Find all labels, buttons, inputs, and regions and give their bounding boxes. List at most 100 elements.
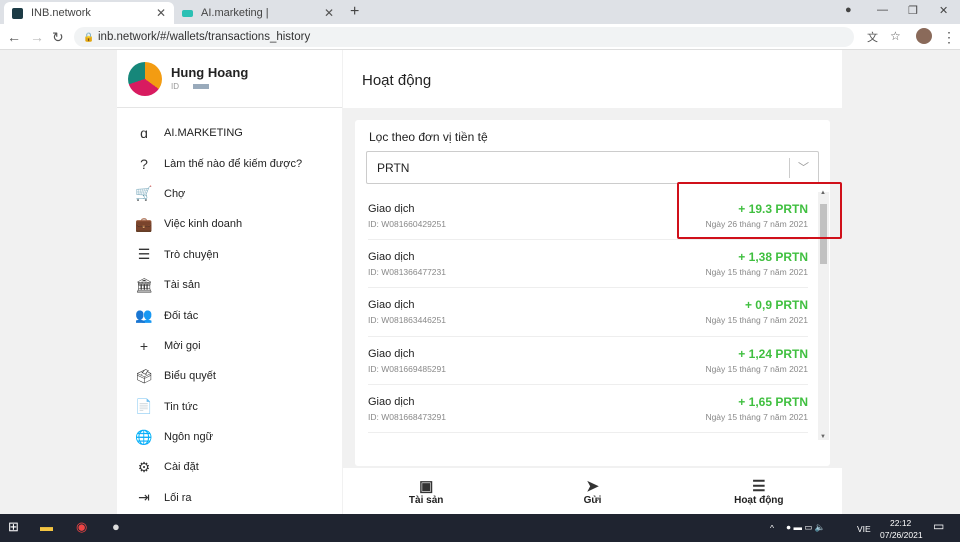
file-explorer-icon[interactable]: ▬ xyxy=(40,519,53,534)
sidebar-item-label: Mời gọi xyxy=(164,339,201,352)
transaction-date: Ngày 15 tháng 7 năm 2021 xyxy=(705,363,808,374)
minimize-button[interactable]: — xyxy=(877,4,888,16)
sidebar-item-8[interactable]: 🗳 Biểu quyết xyxy=(117,361,342,391)
sidebar-item-2[interactable]: 🛒 Chợ xyxy=(117,179,342,209)
bottom-nav: ▣ Tài sản ➤ Gửi ☰ Hoạt động xyxy=(343,468,842,514)
wallet-icon: ▣ xyxy=(419,478,434,495)
tab-ai-marketing[interactable]: AI.marketing | ✕ xyxy=(174,2,342,24)
bottom-nav-label: Tài sản xyxy=(408,495,444,506)
browser-tab-bar: INB.network ✕ AI.marketing | ✕ + ● — ❐ ✕ xyxy=(0,0,960,24)
sidebar-item-9[interactable]: 📄 Tin tức xyxy=(117,392,342,422)
bottom-nav-assets[interactable]: ▣ Tài sản xyxy=(343,468,509,514)
forward-icon[interactable]: → xyxy=(30,29,44,45)
sidebar: Hung Hoang ID ɑ AI.MARKETING? Làm thế nào … xyxy=(117,50,342,514)
transaction-row[interactable]: Giao dịch ID: W081366477231 + 1,38 PRTN Ngà… xyxy=(368,240,808,289)
transaction-id: ID: W081863446251 xyxy=(368,315,446,326)
sidebar-item-label: AI.MARKETING xyxy=(164,127,243,140)
bottom-nav-send[interactable]: ➤ Gửi xyxy=(509,468,675,514)
clock-date[interactable]: 07/26/2021 xyxy=(880,530,923,540)
more-menu-icon[interactable]: ⋮ xyxy=(942,29,956,46)
windows-start-icon[interactable]: ⊞ xyxy=(8,519,19,535)
partners-icon: 👥 xyxy=(135,307,153,324)
transaction-row[interactable]: Giao dịch ID: W081669485291 + 1,24 PRTN Ngà… xyxy=(368,337,808,385)
user-avatar[interactable] xyxy=(916,28,932,44)
close-window-button[interactable]: ✕ xyxy=(939,4,948,17)
sidebar-item-label: Việc kinh doanh xyxy=(164,218,243,231)
sidebar-item-0[interactable]: ɑ AI.MARKETING xyxy=(117,118,342,148)
sidebar-item-label: Đối tác xyxy=(164,309,199,322)
id-value-redacted xyxy=(193,84,209,89)
profile-id: ID xyxy=(171,82,209,91)
transaction-id: ID: W081668473291 xyxy=(368,411,446,422)
id-label: ID xyxy=(171,82,179,91)
scroll-down-icon[interactable]: ▼ xyxy=(820,434,826,440)
tray-icons[interactable]: ● ▬ ▭ 🔈 xyxy=(786,522,825,533)
maximize-button[interactable]: ❐ xyxy=(908,4,918,17)
news-icon: 📄 xyxy=(135,398,153,415)
cart-icon: 🛒 xyxy=(135,185,153,202)
sidebar-item-12[interactable]: ⇥ Lối ra xyxy=(117,483,342,513)
sidebar-item-3[interactable]: 💼 Việc kinh doanh xyxy=(117,209,342,239)
divider xyxy=(789,158,790,178)
sidebar-item-label: Cài đặt xyxy=(164,461,199,474)
sidebar-menu: ɑ AI.MARKETING? Làm thế nào để kiếm được? 🛒… xyxy=(117,118,342,513)
profile-header: Hung Hoang ID xyxy=(117,50,342,108)
avatar[interactable] xyxy=(128,62,162,96)
app-icon[interactable]: ● xyxy=(112,519,120,534)
close-tab-icon[interactable]: ✕ xyxy=(324,6,334,20)
bank-icon: 🏛 xyxy=(135,276,153,293)
transaction-id: ID: W081366477231 xyxy=(368,267,446,278)
send-icon: ➤ xyxy=(586,478,599,495)
page-title: Hoạt động xyxy=(343,50,842,108)
profile-menu-icon[interactable]: ● xyxy=(845,4,852,16)
tray-chevron-icon[interactable]: ^ xyxy=(770,523,774,533)
transactions-card: Lọc theo đơn vị tiền tệ PRTN ﹀ Giao dịch I… xyxy=(355,120,842,466)
transaction-type: Giao dịch xyxy=(368,299,415,312)
sidebar-item-6[interactable]: 👥 Đối tác xyxy=(117,300,342,330)
bookmark-star-icon[interactable]: ☆ xyxy=(890,29,901,43)
list-icon: ☰ xyxy=(752,478,766,495)
logout-icon: ⇥ xyxy=(138,489,150,506)
transaction-type: Giao dịch xyxy=(368,251,415,264)
transaction-date: Ngày 15 tháng 7 năm 2021 xyxy=(705,411,808,422)
transaction-amount: + 1,38 PRTN xyxy=(738,250,808,265)
back-icon[interactable]: ← xyxy=(7,29,21,45)
highlight-box xyxy=(677,182,842,239)
sidebar-item-11[interactable]: ⚙ Cài đặt xyxy=(117,452,342,482)
favicon-icon xyxy=(182,9,193,17)
tab-title: INB.network xyxy=(31,7,91,19)
clock-time[interactable]: 22:12 xyxy=(890,518,911,528)
new-tab-button[interactable]: + xyxy=(350,3,359,21)
sidebar-item-4[interactable]: ☰ Trò chuyện xyxy=(117,240,342,270)
reload-icon[interactable]: ↻ xyxy=(52,29,64,46)
bottom-nav-activity[interactable]: ☰ Hoạt động xyxy=(676,468,842,514)
notifications-icon[interactable]: ▭ xyxy=(933,519,944,533)
sidebar-item-5[interactable]: 🏛 Tài sản xyxy=(117,270,342,300)
sidebar-item-7[interactable]: + Mời gọi xyxy=(117,331,342,361)
currency-select[interactable]: PRTN ﹀ xyxy=(366,151,819,184)
favicon-icon xyxy=(12,7,23,19)
tab-inb-network[interactable]: INB.network ✕ xyxy=(4,2,174,24)
sidebar-item-label: Tin tức xyxy=(164,400,198,413)
vote-icon: 🗳 xyxy=(135,367,153,384)
chevron-down-icon: ﹀ xyxy=(798,162,809,174)
url-text: inb.network/#/wallets/transactions_histo… xyxy=(98,31,311,43)
chrome-icon[interactable]: ◉ xyxy=(76,519,87,535)
sidebar-item-1[interactable]: ? Làm thế nào để kiếm được? xyxy=(117,148,342,178)
sidebar-item-10[interactable]: 🌐 Ngôn ngữ xyxy=(117,422,342,452)
transaction-type: Giao dịch xyxy=(368,203,415,215)
windows-taskbar: ⊞ ▬ ◉ ● ^ ● ▬ ▭ 🔈 VIE 22:12 07/26/2021 ▭ xyxy=(0,514,960,542)
globe-icon: 🌐 xyxy=(135,428,153,445)
language-indicator[interactable]: VIE xyxy=(857,524,871,534)
translate-icon[interactable]: 文 xyxy=(867,29,878,45)
gear-icon: ⚙ xyxy=(137,458,151,475)
sidebar-item-label: Biểu quyết xyxy=(164,370,216,383)
close-tab-icon[interactable]: ✕ xyxy=(156,6,166,20)
transaction-row[interactable]: Giao dịch ID: W081668473291 + 1,65 PRTN Ngà… xyxy=(368,385,808,433)
url-input[interactable]: 🔒 inb.network/#/wallets/transactions_hist… xyxy=(74,27,854,47)
currency-value: PRTN xyxy=(377,161,410,175)
transaction-amount: + 1,65 PRTN xyxy=(738,394,808,409)
transaction-type: Giao dịch xyxy=(368,347,415,360)
transaction-row[interactable]: Giao dịch ID: W081863446251 + 0,9 PRTN Ngày… xyxy=(368,288,808,337)
lock-icon: 🔒 xyxy=(83,32,95,42)
